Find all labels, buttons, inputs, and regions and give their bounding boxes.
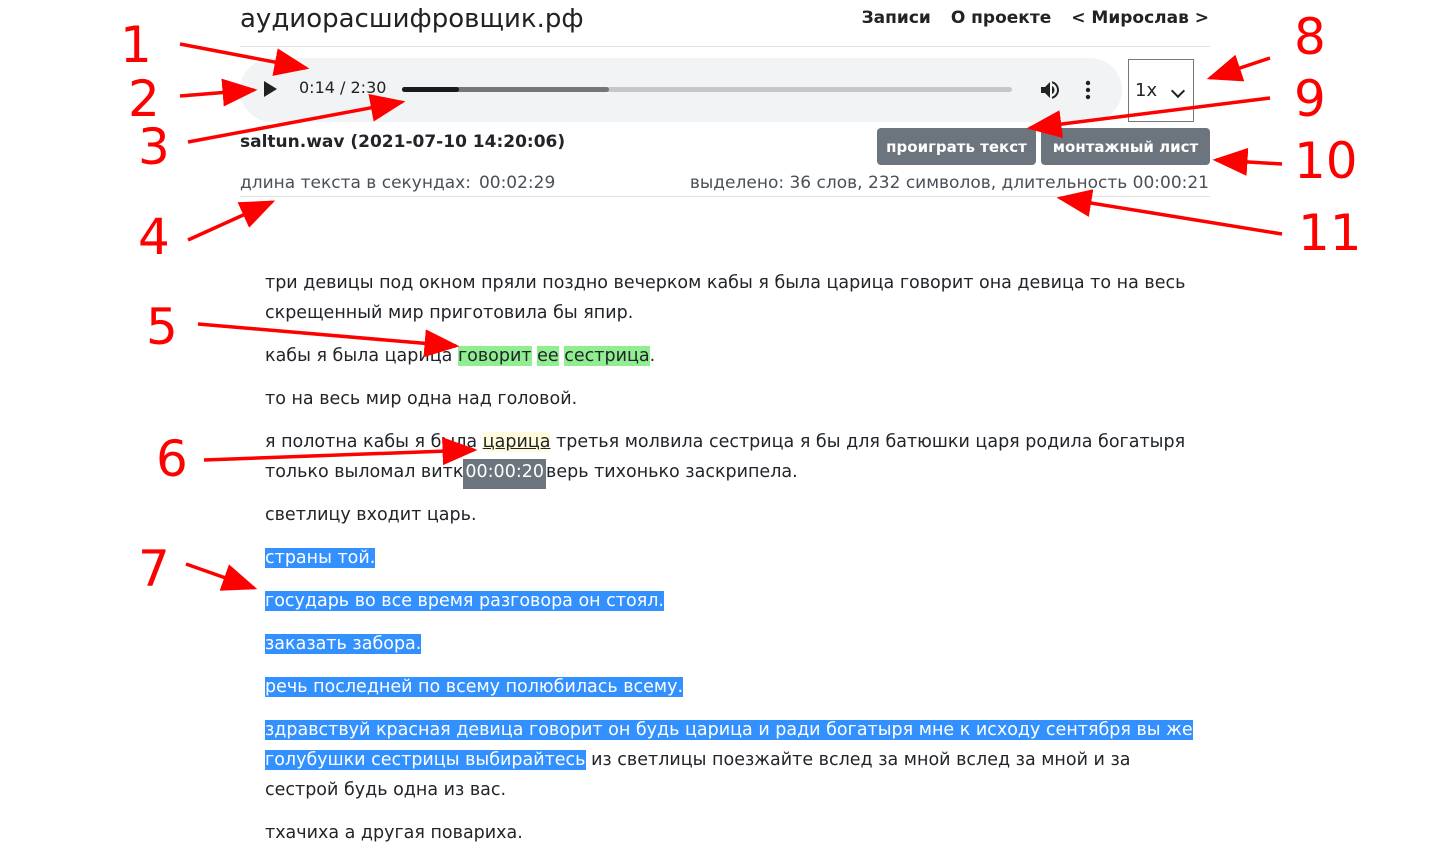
annotation-label-1: 1 [120, 16, 152, 74]
annotation-label-5: 5 [146, 298, 178, 356]
annotation-label-4: 4 [138, 208, 170, 266]
arrow-6 [203, 437, 478, 466]
annotation-label-2: 2 [128, 70, 160, 128]
arrow-5 [197, 322, 460, 358]
arrow-7 [185, 562, 258, 591]
arrow-9 [1026, 96, 1271, 138]
annotation-label-9: 9 [1294, 70, 1326, 128]
annotation-arrows [179, 42, 1283, 591]
arrow-11 [1056, 189, 1283, 236]
annotation-label-10: 10 [1294, 132, 1358, 190]
arrow-1 [179, 42, 310, 76]
arrow-10 [1212, 147, 1283, 176]
annotation-label-3: 3 [138, 118, 170, 176]
annotation-label-6: 6 [156, 430, 188, 488]
annotation-label-7: 7 [138, 540, 170, 598]
arrow-8 [1206, 54, 1271, 82]
annotation-label-11: 11 [1298, 204, 1362, 262]
arrow-4 [187, 200, 276, 242]
arrow-3 [187, 94, 406, 144]
annotation-label-8: 8 [1294, 8, 1326, 66]
arrow-2 [179, 78, 258, 107]
